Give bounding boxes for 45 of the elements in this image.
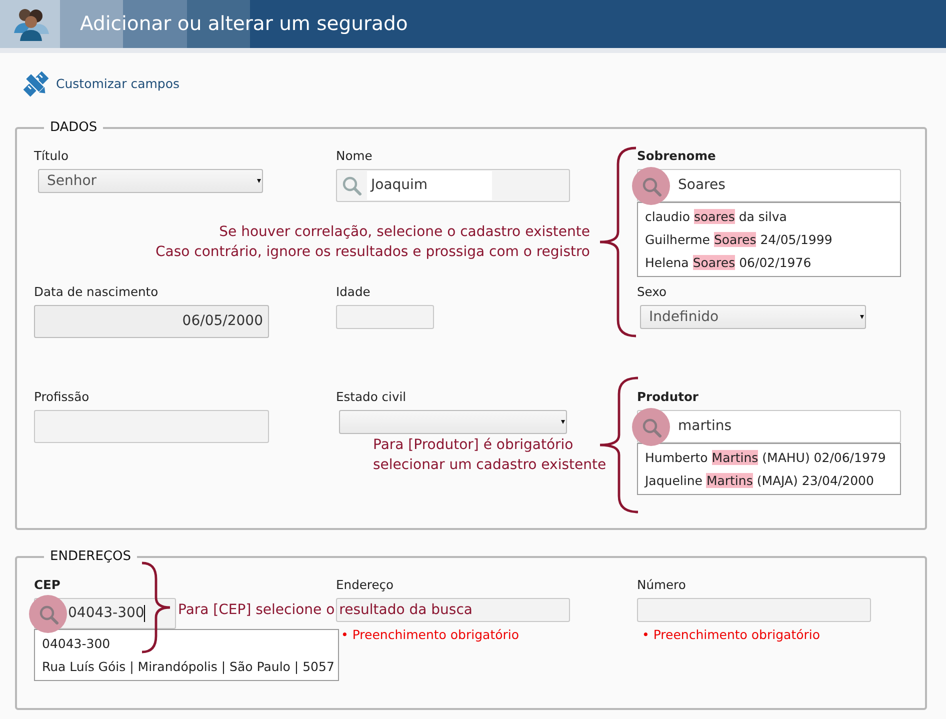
suggestion-item[interactable]: 04043-300 [35,632,338,655]
input-field[interactable]: 06/05/2000 [34,305,269,338]
suggestion-item[interactable]: Humberto Martins (MAHU) 02/06/1979 [638,446,900,469]
field-label: Data de nascimento [34,285,160,300]
annotation-text: Para [Produtor] é obrigatório selecionar um cadastro existente [373,436,606,475]
annotation-text: Para [CEP] selecione o resultado da busca [178,601,472,620]
section-legend: DADOS [44,121,104,134]
field-label: Sobrenome [637,149,717,164]
suggestion-item[interactable]: Jaqueline Martins (MAJA) 23/04/2000 [638,469,900,492]
field-label: Estado civil [336,390,408,405]
field-label: CEP [34,578,62,593]
caret-icon [257,179,261,183]
annotation-text: Se houver correlação, selecione o cadastro existente Caso contrário, ignore os resultados e prossiga com o registro [155,223,590,262]
caret-icon [860,315,864,319]
input-field[interactable] [336,305,434,329]
text-cursor [144,605,146,622]
field-label: Profissão [34,390,90,405]
suggestion-item[interactable]: claudio soares da silva [638,205,900,228]
customize-fields-link[interactable]: Customizar campos [56,74,180,94]
search-icon [29,595,67,633]
error-message: • Preenchimento obrigatório [340,626,520,644]
search-icon [341,174,363,196]
input-field[interactable]: Joaquim [336,169,570,202]
suggestion-item[interactable]: Guilherme Soares 24/05/1999 [638,228,900,251]
input-field[interactable] [637,598,871,622]
select-field[interactable]: Indefinido [640,305,866,329]
error-message: • Preenchimento obrigatório [641,626,822,644]
field-label: Idade [336,285,372,300]
select-field[interactable]: Senhor [38,169,263,193]
field-label: Nome [336,149,374,164]
field-label: Sexo [637,285,668,300]
suggestion-item[interactable]: Helena Soares 06/02/1976 [638,251,900,274]
input-field[interactable] [336,598,570,622]
select-field[interactable] [339,410,567,434]
suggestion-item[interactable]: Rua Luís Góis | Mirandópolis | São Paulo | 5057 [35,655,338,678]
field-label: Produtor [637,390,700,405]
input-field[interactable] [34,410,269,443]
field-label: Título [34,149,70,164]
field-label: Número [637,578,687,593]
page-title: Adicionar ou alterar um segurado [79,11,408,37]
search-icon [632,408,670,446]
search-icon [632,167,670,205]
field-label: Endereço [336,578,395,593]
caret-icon [561,420,565,424]
section-legend: ENDEREÇOS [44,550,137,563]
